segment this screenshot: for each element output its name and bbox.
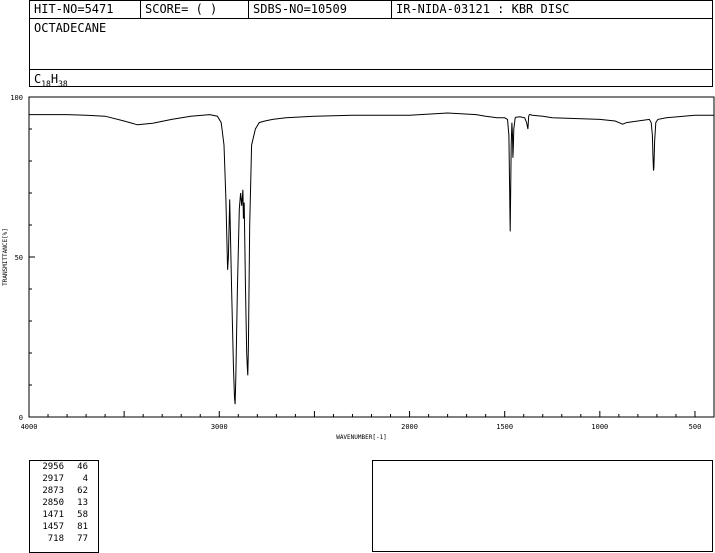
peak-row: 2873 62 xyxy=(30,485,98,497)
spectrum-line xyxy=(29,112,714,405)
peak-wavenumber: 2873 xyxy=(42,486,64,496)
peak-row: 718 77 xyxy=(30,533,98,545)
peak-wavenumber: 718 xyxy=(47,534,64,544)
peak-wavenumber: 2956 xyxy=(42,462,64,472)
peak-transmittance: 13 xyxy=(77,498,88,508)
peak-transmittance: 4 xyxy=(82,474,88,484)
peak-transmittance: 46 xyxy=(77,462,88,472)
peak-row: 2850 13 xyxy=(30,497,98,509)
x-tick-label: 4000 xyxy=(21,423,38,431)
peak-rows: 2956 46 2917 4 2873 62 2850 13 1471 58 1457 81 718 77 xyxy=(30,461,98,545)
peak-table: 2956 46 2917 4 2873 62 2850 13 1471 58 1457 81 718 77 xyxy=(29,460,99,553)
empty-info-box xyxy=(372,460,713,552)
peak-wavenumber: 1457 xyxy=(42,522,64,532)
peak-wavenumber: 2850 xyxy=(42,498,64,508)
peak-row: 2956 46 xyxy=(30,461,98,473)
x-tick-label: 2000 xyxy=(401,423,418,431)
score-field: SCORE= ( ) xyxy=(140,1,248,18)
y-tick-label: 100 xyxy=(10,94,23,102)
header-info-row: HIT-NO=5471 SCORE= ( ) SDBS-NO=10509 IR-… xyxy=(30,1,712,19)
peak-wavenumber: 2917 xyxy=(42,474,64,484)
formula-row: C18H38 xyxy=(30,69,712,88)
x-tick-label: 1000 xyxy=(591,423,608,431)
y-tick-label: 50 xyxy=(15,254,23,262)
compound-name: OCTADECANE xyxy=(34,21,107,35)
peak-transmittance: 58 xyxy=(77,510,88,520)
peak-row: 1457 81 xyxy=(30,521,98,533)
ir-spectrum-chart: 0 50 100 4000 3000 2000 1500 1000 500 WAVENUMBER[… xyxy=(2,94,715,441)
spectrum-header: HIT-NO=5471 SCORE= ( ) SDBS-NO=10509 IR-… xyxy=(29,0,713,88)
peak-transmittance: 81 xyxy=(77,522,88,532)
x-tick-label: 3000 xyxy=(211,423,228,431)
y-tick-label: 0 xyxy=(19,414,23,422)
x-tick-label: 500 xyxy=(689,423,702,431)
peak-transmittance: 77 xyxy=(77,534,88,544)
peak-wavenumber: 1471 xyxy=(42,510,64,520)
peak-row: 1471 58 xyxy=(30,509,98,521)
sdbs-number: SDBS-NO=10509 xyxy=(248,1,391,18)
peak-transmittance: 62 xyxy=(77,486,88,496)
plot-frame xyxy=(28,96,715,418)
y-axis-label: TRANSMITTANCE[%] xyxy=(2,228,9,286)
ir-code: IR-NIDA-03121 : KBR DISC xyxy=(391,1,713,18)
hit-number: HIT-NO=5471 xyxy=(34,2,114,16)
x-axis-label: WAVENUMBER[-1] xyxy=(336,434,387,441)
x-tick-label: 1500 xyxy=(496,423,513,431)
peak-row: 2917 4 xyxy=(30,473,98,485)
